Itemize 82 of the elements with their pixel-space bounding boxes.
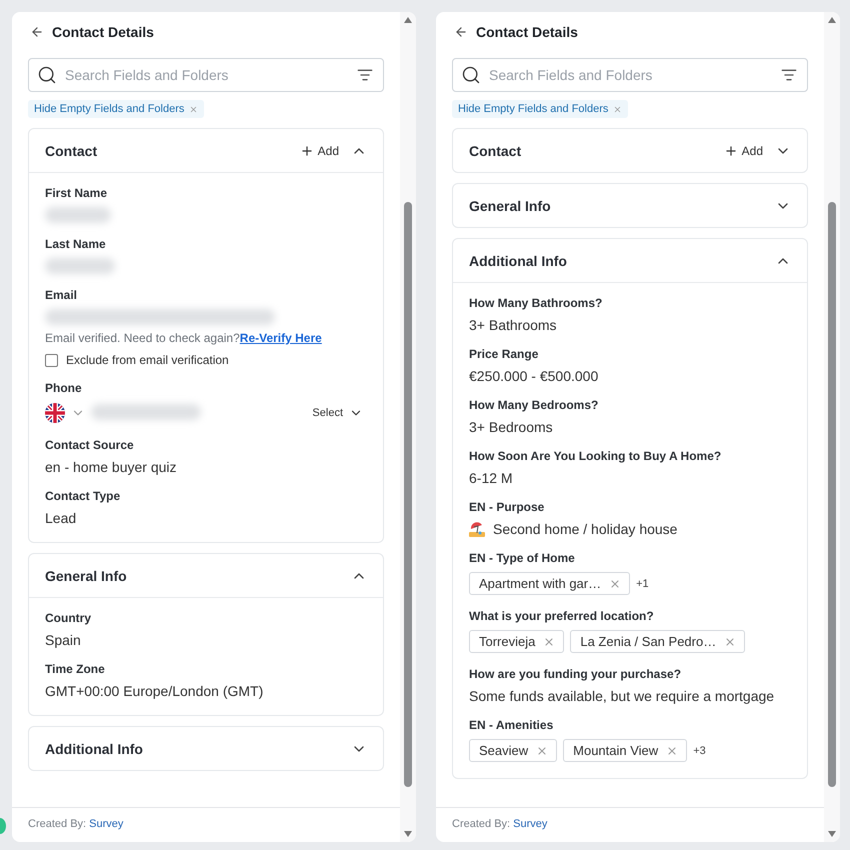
field-value: en - home buyer quiz — [45, 459, 178, 475]
tag: Apartment with gar… — [469, 572, 630, 595]
close-icon[interactable] — [613, 104, 622, 114]
reverify-link[interactable]: Re-Verify Here — [240, 331, 322, 345]
section-title: Contact — [45, 142, 98, 158]
field-label: What is your preferred location? — [469, 609, 655, 623]
more-count: +1 — [636, 578, 649, 590]
filter-icon[interactable] — [357, 67, 373, 83]
field-value: 3+ Bathrooms — [469, 317, 558, 333]
tag: La Zenia / San Pedro… — [570, 630, 746, 653]
select-dropdown[interactable]: Select — [312, 406, 367, 420]
search-icon — [37, 65, 57, 85]
creator-link[interactable]: Survey — [89, 818, 124, 830]
filter-chip[interactable]: Hide Empty Fields and Folders — [452, 100, 628, 118]
field-value: Some funds available, but we require a mortgage — [469, 688, 776, 704]
field-label: Phone — [45, 381, 83, 395]
section-title: General Info — [469, 198, 552, 214]
field-label: Country — [45, 611, 92, 625]
field-label: Contact Type — [45, 489, 122, 503]
add-button[interactable]: Add — [724, 144, 763, 158]
back-icon[interactable] — [454, 25, 468, 39]
remove-icon[interactable] — [543, 636, 556, 648]
scroll-down-icon[interactable] — [403, 830, 413, 838]
search-input[interactable]: Search Fields and Folders — [487, 66, 775, 84]
field-label: First Name — [45, 186, 108, 200]
tag: Torrevieja — [469, 630, 564, 653]
search-input[interactable]: Search Fields and Folders — [63, 66, 351, 84]
flag-icon — [45, 403, 65, 423]
filter-chip[interactable]: Hide Empty Fields and Folders — [28, 100, 204, 118]
field-label: Price Range — [469, 347, 540, 361]
add-button[interactable]: Add — [300, 144, 339, 158]
remove-icon[interactable] — [666, 744, 678, 756]
field-label: EN - Type of Home — [469, 551, 576, 565]
panel-title: Contact Details — [476, 24, 578, 40]
field-label: How are you funding your purchase? — [469, 667, 682, 681]
filter-icon[interactable] — [781, 67, 797, 83]
remove-icon[interactable] — [536, 744, 548, 756]
scroll-up-icon[interactable] — [827, 16, 837, 24]
field-value: Lead — [45, 510, 78, 526]
field-value: Spain — [45, 632, 82, 648]
umbrella-icon — [469, 521, 485, 537]
field-label: EN - Amenities — [469, 718, 554, 732]
scroll-up-icon[interactable] — [403, 16, 413, 24]
field-value: €250.000 - €500.000 — [469, 368, 600, 384]
more-count: +3 — [693, 744, 706, 756]
field-label: How Many Bathrooms? — [469, 296, 604, 310]
checkbox-label: Exclude from email verification — [66, 353, 229, 367]
search-icon — [461, 65, 481, 85]
panel-title: Contact Details — [52, 24, 154, 40]
scroll-down-icon[interactable] — [827, 830, 837, 838]
search-field[interactable]: Search Fields and Folders — [452, 58, 808, 92]
field-label: Time Zone — [45, 662, 106, 676]
field-value: Second home / holiday house — [493, 521, 678, 537]
section-title: Additional Info — [45, 740, 144, 756]
field-value: 6-12 M — [469, 470, 514, 486]
created-by-text: Created By: Survey — [436, 807, 824, 842]
verification-note: Email verified. Need to check again?Re-Verify Here — [45, 331, 323, 345]
search-field[interactable]: Search Fields and Folders — [28, 58, 384, 92]
section-title: General Info — [45, 568, 128, 584]
field-label: How Soon Are You Looking to Buy A Home? — [469, 449, 722, 463]
tag: Seaview — [469, 739, 558, 762]
remove-icon[interactable] — [609, 578, 622, 590]
field-label: EN - Purpose — [469, 500, 546, 514]
plus-icon — [300, 144, 314, 158]
back-icon[interactable] — [30, 25, 44, 39]
created-by-text: Created By: Survey — [12, 807, 400, 842]
remove-icon[interactable] — [724, 636, 736, 648]
close-icon[interactable] — [189, 104, 198, 114]
section-title: Contact — [469, 142, 522, 158]
creator-link[interactable]: Survey — [513, 818, 548, 830]
section-title: Additional Info — [469, 252, 568, 268]
field-value: 3+ Bedrooms — [469, 419, 554, 435]
field-value: GMT+00:00 Europe/London (GMT) — [45, 683, 264, 699]
field-label: Contact Source — [45, 438, 135, 452]
field-label: How Many Bedrooms? — [469, 398, 600, 412]
scrollbar[interactable] — [400, 12, 416, 842]
field-label: Email — [45, 288, 78, 302]
scrollbar[interactable] — [824, 12, 840, 842]
field-label: Last Name — [45, 237, 107, 251]
tag: Mountain View — [563, 739, 688, 762]
checkbox[interactable] — [45, 354, 58, 366]
plus-icon — [724, 144, 738, 158]
